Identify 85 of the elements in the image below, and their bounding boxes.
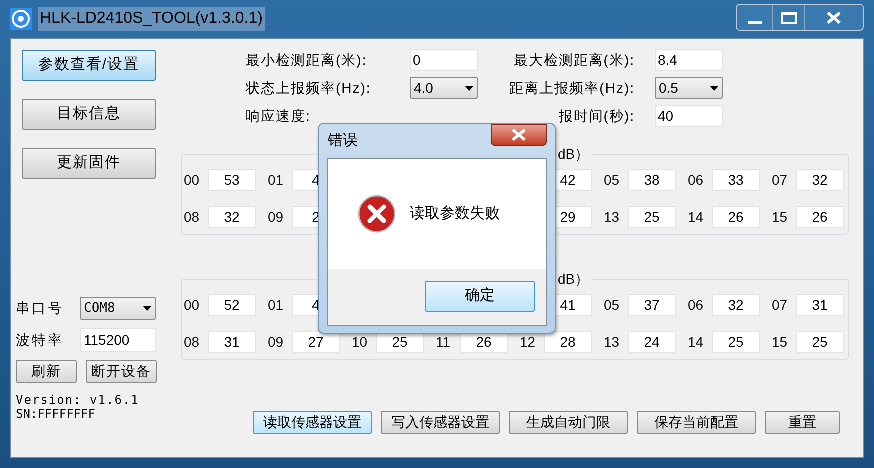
- port-button[interactable]: 刷新: [16, 360, 77, 383]
- version-text: Version: v1.6.1: [16, 393, 140, 407]
- ok-button[interactable]: 确定: [425, 281, 535, 312]
- baud-label: 波特率: [16, 330, 64, 350]
- gate-value-field[interactable]: 28: [544, 331, 592, 353]
- gate-label: 09: [268, 208, 284, 224]
- gate-label: 07: [772, 172, 788, 188]
- gate-label: 12: [520, 334, 536, 350]
- nav-button[interactable]: 目标信息: [22, 99, 156, 130]
- port-dropdown[interactable]: COM8: [80, 297, 156, 320]
- gate-label: 08: [184, 334, 200, 350]
- gate-value-field[interactable]: 33: [712, 169, 760, 191]
- gate-label: 15: [772, 208, 788, 224]
- baud-field[interactable]: 115200: [80, 328, 156, 352]
- caret-icon: [143, 306, 152, 311]
- gate-value-field[interactable]: 24: [628, 331, 676, 353]
- gate-label: 15: [772, 334, 788, 350]
- close-button[interactable]: [805, 5, 863, 30]
- param-dropdown[interactable]: 4.0: [410, 77, 478, 99]
- gate-label: 00: [184, 296, 200, 312]
- gate-value-field[interactable]: 37: [628, 294, 676, 316]
- param-label: 最小检测距离(米):: [246, 50, 368, 70]
- serial-number-text: SN:FFFFFFFF: [16, 407, 96, 421]
- close-icon: [827, 12, 841, 24]
- gate-label: 13: [604, 334, 620, 350]
- gate-value-field[interactable]: 26: [796, 206, 844, 228]
- param-field[interactable]: 8.4: [655, 49, 723, 71]
- gate-label: 05: [604, 172, 620, 188]
- gate-label: 08: [184, 208, 200, 224]
- app-icon: [10, 8, 32, 30]
- param-label: 距离上报频率(Hz):: [508, 78, 636, 98]
- action-button[interactable]: 写入传感器设置: [381, 411, 500, 434]
- dialog-message: 读取参数失败: [410, 204, 500, 224]
- caret-icon: [710, 86, 719, 90]
- dialog-title: 错误: [327, 130, 358, 151]
- gate-label: 11: [436, 334, 451, 350]
- error-icon: [358, 195, 396, 233]
- param-field[interactable]: 0: [410, 49, 478, 71]
- gate-label: 14: [688, 208, 704, 224]
- action-button[interactable]: 读取传感器设置: [253, 411, 372, 434]
- gate-value-field[interactable]: 27: [292, 331, 340, 353]
- gate-value-field[interactable]: 31: [208, 331, 256, 353]
- gate-label: 10: [352, 334, 368, 350]
- close-icon: [512, 129, 526, 141]
- action-button[interactable]: 保存当前配置: [637, 411, 756, 434]
- nav-button[interactable]: 更新固件: [22, 148, 156, 179]
- gate-label: 05: [604, 296, 620, 312]
- gate-label: 06: [688, 172, 704, 188]
- param-field[interactable]: 40: [655, 105, 723, 127]
- gate-value-field[interactable]: 32: [208, 206, 256, 228]
- gate-label: 09: [268, 334, 284, 350]
- param-label: 响应速度:: [246, 106, 312, 126]
- gate-label: 13: [604, 208, 620, 224]
- maximize-button[interactable]: [772, 5, 805, 30]
- param-label: 最大检测距离(米):: [512, 50, 636, 70]
- gate-label: 14: [688, 334, 704, 350]
- caret-icon: [465, 86, 474, 90]
- param-label: 报时间(秒):: [558, 106, 636, 126]
- group-title: dB）: [557, 270, 590, 289]
- minimize-button[interactable]: [737, 5, 772, 30]
- port-button[interactable]: 断开设备: [86, 360, 157, 383]
- gate-value-field[interactable]: 25: [712, 331, 760, 353]
- gate-value-field[interactable]: 38: [628, 169, 676, 191]
- group-title: dB）: [557, 145, 590, 164]
- gate-label: 00: [184, 172, 200, 188]
- action-button[interactable]: 生成自动门限: [509, 411, 628, 434]
- gate-label: 07: [772, 296, 788, 312]
- close-button[interactable]: [491, 124, 547, 146]
- port-label: 串口号: [16, 299, 64, 318]
- gate-label: 01: [268, 172, 284, 188]
- gate-value-field[interactable]: 32: [712, 294, 760, 316]
- action-button[interactable]: 重置: [765, 411, 840, 434]
- param-dropdown[interactable]: 0.5: [655, 77, 723, 99]
- nav-button[interactable]: 参数查看/设置: [22, 50, 156, 81]
- gate-value-field[interactable]: 53: [208, 169, 256, 191]
- gate-value-field[interactable]: 25: [796, 331, 844, 353]
- gate-value-field[interactable]: 25: [628, 206, 676, 228]
- gate-value-field[interactable]: 52: [208, 294, 256, 316]
- gate-value-field[interactable]: 31: [796, 294, 844, 316]
- param-label: 状态上报频率(Hz):: [246, 78, 372, 98]
- window-title: HLK-LD2410S_TOOL(v1.3.0.1): [38, 7, 265, 31]
- gate-value-field[interactable]: 32: [796, 169, 844, 191]
- gate-label: 01: [268, 296, 284, 312]
- gate-label: 06: [688, 296, 704, 312]
- gate-value-field[interactable]: 26: [712, 206, 760, 228]
